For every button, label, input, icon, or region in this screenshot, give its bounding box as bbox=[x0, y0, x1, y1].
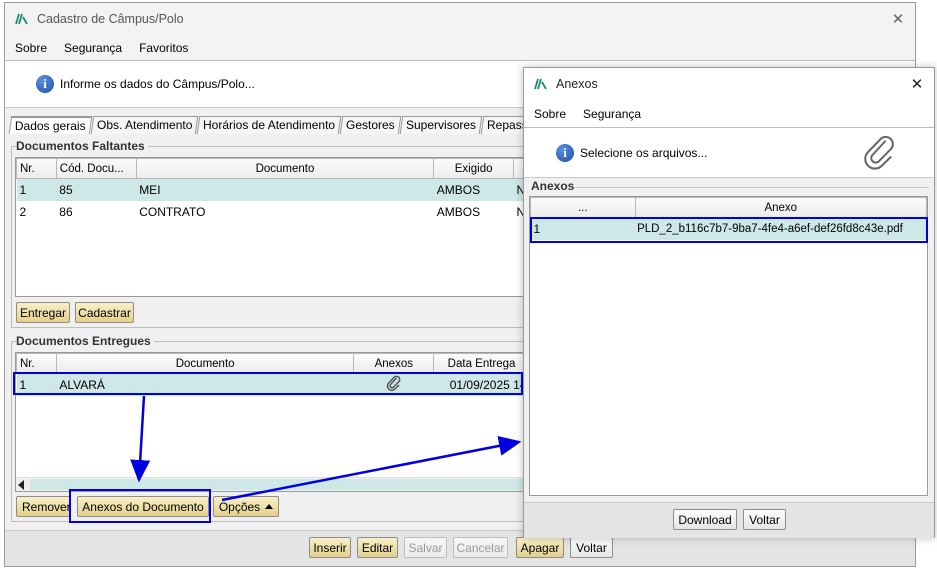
highlight-anexos-button bbox=[69, 489, 211, 523]
app-logo-icon bbox=[534, 78, 547, 90]
col-data-entrega[interactable]: Data Entrega bbox=[433, 353, 530, 374]
download-button[interactable]: Download bbox=[673, 509, 737, 530]
main-titlebar: Cadastro de Câmpus/Polo ✕ bbox=[5, 3, 915, 35]
apagar-button[interactable]: Apagar bbox=[516, 537, 564, 558]
salvar-button[interactable]: Salvar bbox=[404, 537, 447, 558]
col-anexo[interactable]: Anexo bbox=[634, 197, 927, 218]
highlight-anexo-row bbox=[530, 217, 928, 243]
inserir-button[interactable]: Inserir bbox=[309, 537, 351, 558]
menu-sobre[interactable]: Sobre bbox=[534, 107, 566, 121]
anexos-info-panel: i Selecione os arquivos... bbox=[524, 128, 934, 178]
tab-supervisores[interactable]: Supervisores bbox=[399, 116, 483, 134]
menu-favoritos[interactable]: Favoritos bbox=[139, 41, 188, 55]
entregues-title: Documentos Entregues bbox=[16, 334, 154, 348]
tab-obs-atendimento[interactable]: Obs. Atendimento bbox=[90, 116, 199, 134]
col-cod[interactable]: Cód. Docu... bbox=[55, 158, 137, 179]
caret-up-icon bbox=[265, 504, 274, 509]
info-icon: i bbox=[556, 143, 574, 162]
table-row[interactable]: 2 86 CONTRATO AMBOS N bbox=[17, 201, 530, 223]
tab-gestores[interactable]: Gestores bbox=[339, 116, 402, 134]
col-exigido[interactable]: Exigido bbox=[433, 158, 514, 179]
col-documento[interactable]: Documento bbox=[135, 158, 435, 179]
cadastrar-button[interactable]: Cadastrar bbox=[75, 302, 134, 323]
remover-button[interactable]: Remover bbox=[16, 496, 70, 517]
table-row[interactable]: 1 85 MEI AMBOS N bbox=[16, 178, 530, 201]
anexos-voltar-button[interactable]: Voltar bbox=[743, 509, 786, 530]
cancelar-button[interactable]: Cancelar bbox=[453, 537, 508, 558]
main-menubar: Sobre Segurança Favoritos bbox=[5, 35, 915, 61]
anexos-group-line bbox=[574, 187, 929, 188]
paperclip-icon bbox=[864, 135, 894, 170]
main-info-text: Informe os dados do Câmpus/Polo... bbox=[60, 77, 255, 91]
col-nr[interactable]: ... bbox=[530, 197, 636, 218]
app-logo-icon bbox=[15, 13, 28, 25]
anexos-window-title: Anexos bbox=[556, 77, 598, 91]
tab-horarios-atendimento[interactable]: Horários de Atendimento bbox=[196, 116, 342, 134]
opcoes-button[interactable]: Opções bbox=[213, 496, 279, 517]
info-icon: i bbox=[36, 75, 54, 93]
menu-seguranca[interactable]: Segurança bbox=[583, 107, 641, 121]
editar-button[interactable]: Editar bbox=[357, 537, 398, 558]
main-close-icon[interactable]: ✕ bbox=[881, 3, 915, 35]
anexos-close-icon[interactable]: ✕ bbox=[900, 68, 934, 100]
anexos-window: Anexos ✕ Sobre Segurança i Selecione os … bbox=[523, 67, 935, 538]
col-nr[interactable]: Nr. bbox=[16, 158, 57, 179]
entregar-button[interactable]: Entregar bbox=[16, 302, 70, 323]
anexos-titlebar: Anexos ✕ bbox=[524, 68, 934, 100]
col-documento[interactable]: Documento bbox=[55, 353, 355, 374]
menu-sobre[interactable]: Sobre bbox=[15, 41, 47, 55]
opcoes-label: Opções bbox=[218, 499, 261, 514]
col-nr[interactable]: Nr. bbox=[16, 353, 57, 374]
col-anexos[interactable]: Anexos bbox=[353, 353, 435, 374]
menu-seguranca[interactable]: Segurança bbox=[64, 41, 122, 55]
voltar-button[interactable]: Voltar bbox=[570, 537, 613, 558]
main-tabs: Dados gerais Obs. Atendimento Horários d… bbox=[8, 116, 534, 134]
faltantes-table: Nr. Cód. Docu... Documento Exigido 1 85 … bbox=[15, 157, 531, 297]
scroll-left-icon[interactable] bbox=[18, 480, 24, 490]
anexos-group-title: Anexos bbox=[531, 179, 578, 193]
highlight-alvara-row bbox=[13, 372, 523, 395]
faltantes-title: Documentos Faltantes bbox=[16, 139, 148, 153]
main-window-title: Cadastro de Câmpus/Polo bbox=[37, 12, 184, 26]
tab-dados-gerais[interactable]: Dados gerais bbox=[8, 116, 92, 134]
anexos-menubar: Sobre Segurança bbox=[524, 100, 934, 128]
anexos-info-text: Selecione os arquivos... bbox=[580, 145, 708, 160]
